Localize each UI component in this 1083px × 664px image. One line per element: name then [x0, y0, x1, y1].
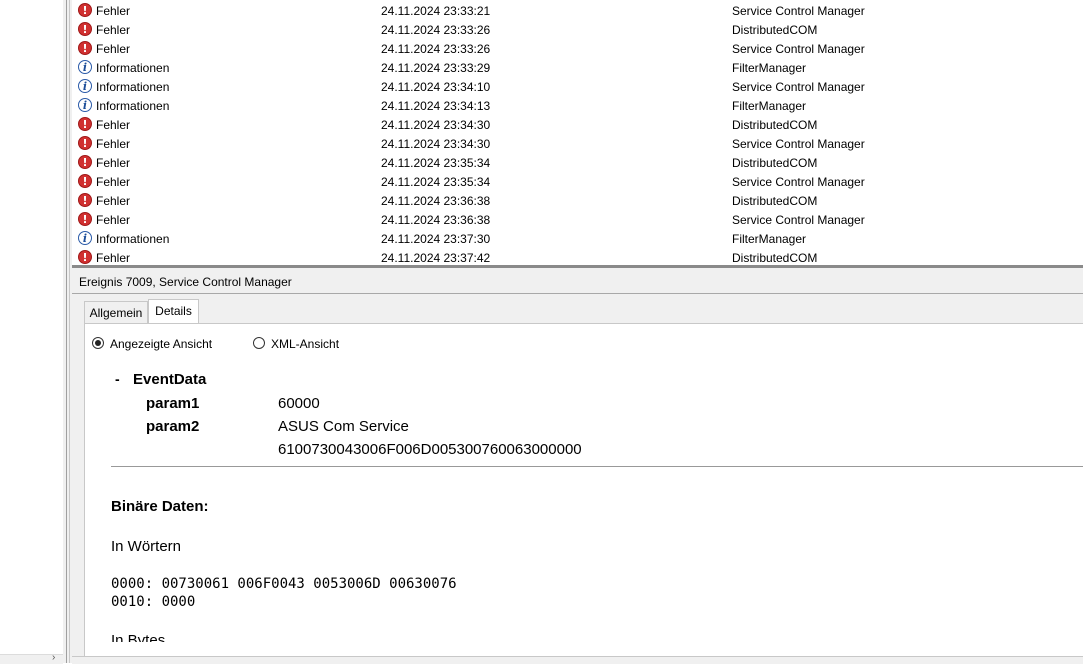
- event-source: Service Control Manager: [732, 175, 865, 189]
- event-source: DistributedCOM: [732, 251, 818, 265]
- error-icon: !: [78, 136, 92, 150]
- event-level: Fehler: [96, 251, 131, 265]
- event-source: Service Control Manager: [732, 137, 865, 151]
- info-icon: i: [78, 98, 92, 112]
- error-icon: !: [78, 155, 92, 169]
- event-datetime: 24.11.2024 23:36:38: [381, 194, 491, 208]
- param2-name: param2: [146, 418, 200, 435]
- table-row[interactable]: i Informationen 24.11.2024 23:34:13 FilterM…: [72, 96, 1083, 115]
- event-level: Fehler: [96, 23, 131, 37]
- navigation-pane: [0, 0, 63, 663]
- event-source: DistributedCOM: [732, 194, 818, 208]
- event-level: Informationen: [96, 99, 170, 113]
- table-row[interactable]: ! Fehler 24.11.2024 23:36:38 Service Contro…: [72, 210, 1083, 229]
- event-datetime: 24.11.2024 23:36:38: [381, 213, 491, 227]
- error-icon: !: [78, 22, 92, 36]
- event-level: Fehler: [96, 175, 131, 189]
- detail-header: Ereignis 7009, Service Control Manager: [72, 268, 1083, 294]
- friendly-view-radio[interactable]: [92, 337, 104, 349]
- words-heading: In Wörtern: [111, 538, 182, 555]
- hex-line: 0000: 00730061 006F0043 0053006D 0063007…: [111, 576, 457, 592]
- friendly-view-label[interactable]: Angezeigte Ansicht: [110, 337, 212, 351]
- table-row[interactable]: ! Fehler 24.11.2024 23:33:26 Service Contro…: [72, 39, 1083, 58]
- event-datetime: 24.11.2024 23:37:42: [381, 251, 491, 265]
- event-datetime: 24.11.2024 23:33:21: [381, 4, 491, 18]
- table-row[interactable]: ! Fehler 24.11.2024 23:33:26 DistributedCOM: [72, 20, 1083, 39]
- details-tab-panel: Angezeigte Ansicht XML-Ansicht - EventDa…: [84, 323, 1083, 657]
- event-level: Fehler: [96, 156, 131, 170]
- pane-splitter[interactable]: [63, 0, 72, 663]
- error-icon: !: [78, 3, 92, 17]
- eventdata-heading: EventData: [133, 371, 207, 388]
- tab-general[interactable]: Allgemein: [84, 301, 148, 323]
- error-icon: !: [78, 117, 92, 131]
- param2-extra-value: 6100730043006F006D005300760063000000: [278, 441, 582, 458]
- info-icon: i: [78, 231, 92, 245]
- error-icon: !: [78, 250, 92, 264]
- event-source: DistributedCOM: [732, 23, 818, 37]
- event-data-view: - EventData param1 60000 param2 ASUS Com…: [101, 364, 1083, 642]
- table-row[interactable]: ! Fehler 24.11.2024 23:36:38 DistributedCOM: [72, 191, 1083, 210]
- event-datetime: 24.11.2024 23:35:34: [381, 156, 491, 170]
- event-datetime: 24.11.2024 23:34:30: [381, 137, 491, 151]
- table-row[interactable]: ! Fehler 24.11.2024 23:33:21 Service Contro…: [72, 1, 1083, 20]
- detail-panel: Allgemein Details Angezeigte Ansicht XML…: [72, 294, 1083, 663]
- error-icon: !: [78, 174, 92, 188]
- xml-view-radio[interactable]: [253, 337, 265, 349]
- event-datetime: 24.11.2024 23:37:30: [381, 232, 491, 246]
- hex-line: 0010: 0000: [111, 594, 196, 610]
- detail-title: Ereignis 7009, Service Control Manager: [79, 275, 292, 289]
- event-source: Service Control Manager: [732, 213, 865, 227]
- binary-data-heading: Binäre Daten:: [111, 498, 209, 515]
- event-level: Fehler: [96, 213, 131, 227]
- info-icon: i: [78, 60, 92, 74]
- table-row[interactable]: i Informationen 24.11.2024 23:34:10 Service…: [72, 77, 1083, 96]
- table-row[interactable]: ! Fehler 24.11.2024 23:35:34 DistributedCOM: [72, 153, 1083, 172]
- tab-details[interactable]: Details: [148, 299, 199, 324]
- event-level: Informationen: [96, 61, 170, 75]
- error-icon: !: [78, 41, 92, 55]
- param1-value: 60000: [278, 395, 320, 412]
- event-level: Fehler: [96, 42, 131, 56]
- event-level: Fehler: [96, 137, 131, 151]
- event-datetime: 24.11.2024 23:34:13: [381, 99, 491, 113]
- event-list[interactable]: ! Fehler 24.11.2024 23:33:21 Service Contro…: [72, 0, 1083, 266]
- event-source: Service Control Manager: [732, 42, 865, 56]
- info-icon: i: [78, 79, 92, 93]
- bytes-heading: In Bytes: [111, 632, 166, 642]
- event-datetime: 24.11.2024 23:34:10: [381, 80, 491, 94]
- event-datetime: 24.11.2024 23:35:34: [381, 175, 491, 189]
- event-source: DistributedCOM: [732, 156, 818, 170]
- event-source: DistributedCOM: [732, 118, 818, 132]
- separator: [111, 466, 1083, 467]
- param2-value: ASUS Com Service: [278, 418, 409, 435]
- event-datetime: 24.11.2024 23:33:26: [381, 42, 491, 56]
- table-row[interactable]: ! Fehler 24.11.2024 23:34:30 DistributedCOM: [72, 115, 1083, 134]
- event-source: FilterManager: [732, 61, 807, 75]
- event-level: Informationen: [96, 232, 170, 246]
- table-row[interactable]: i Informationen 24.11.2024 23:33:29 FilterM…: [72, 58, 1083, 77]
- table-row[interactable]: ! Fehler 24.11.2024 23:34:30 Service Contro…: [72, 134, 1083, 153]
- event-source: Service Control Manager: [732, 4, 865, 18]
- error-icon: !: [78, 193, 92, 207]
- event-datetime: 24.11.2024 23:34:30: [381, 118, 491, 132]
- xml-view-label[interactable]: XML-Ansicht: [271, 337, 339, 351]
- event-level: Fehler: [96, 4, 131, 18]
- event-datetime: 24.11.2024 23:33:29: [381, 61, 491, 75]
- table-row[interactable]: ! Fehler 24.11.2024 23:37:42 DistributedCOM: [72, 248, 1083, 266]
- table-row[interactable]: ! Fehler 24.11.2024 23:35:34 Service Contro…: [72, 172, 1083, 191]
- event-source: FilterManager: [732, 99, 807, 113]
- event-level: Fehler: [96, 194, 131, 208]
- collapse-toggle[interactable]: -: [115, 371, 120, 387]
- error-icon: !: [78, 212, 92, 226]
- param1-name: param1: [146, 395, 200, 412]
- table-row[interactable]: i Informationen 24.11.2024 23:37:30 FilterM…: [72, 229, 1083, 248]
- event-level: Informationen: [96, 80, 170, 94]
- chevron-right-icon[interactable]: ›: [52, 652, 55, 663]
- event-level: Fehler: [96, 118, 131, 132]
- event-datetime: 24.11.2024 23:33:26: [381, 23, 491, 37]
- event-source: FilterManager: [732, 232, 807, 246]
- event-source: Service Control Manager: [732, 80, 865, 94]
